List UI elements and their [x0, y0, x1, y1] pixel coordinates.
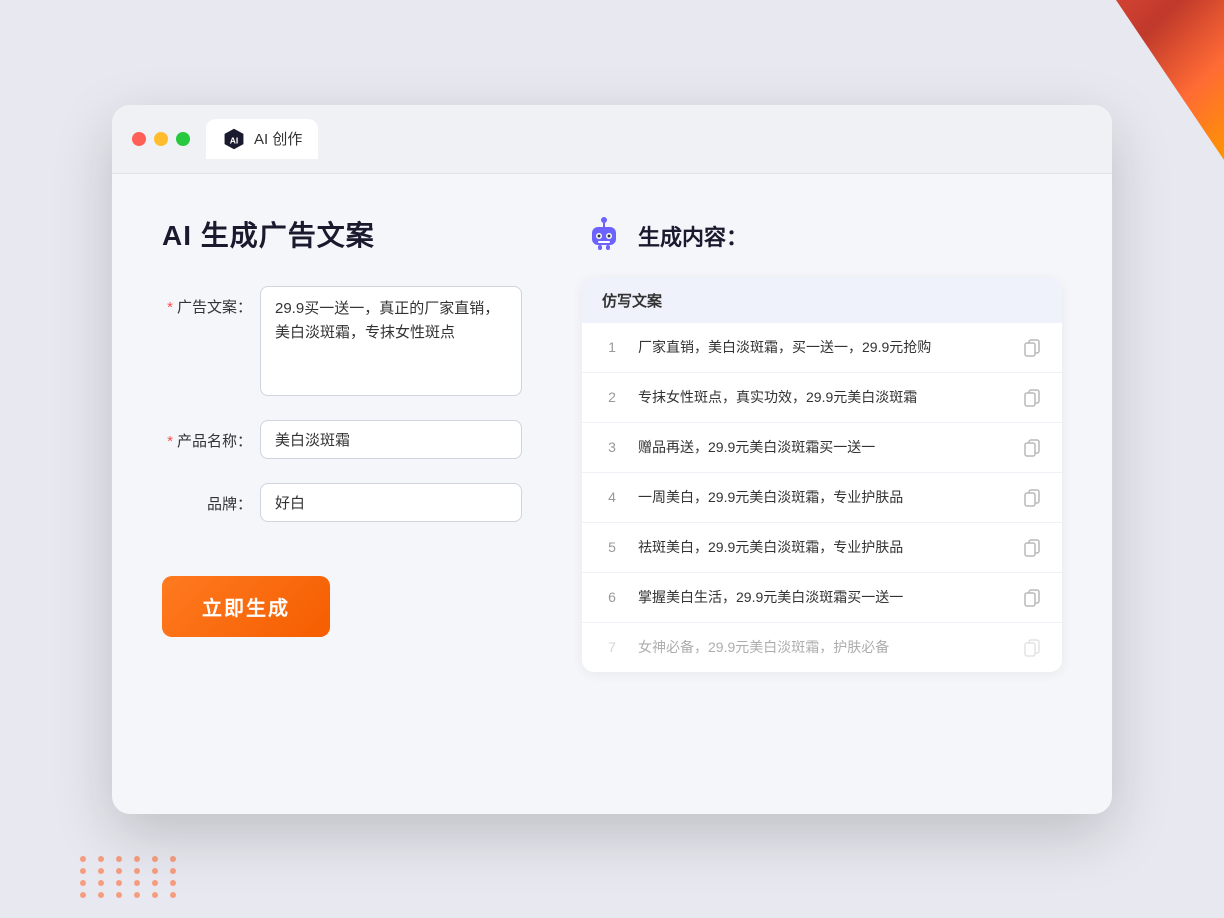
ad-copy-label: *广告文案：	[162, 286, 252, 317]
row-text: 掌握美白生活，29.9元美白淡斑霜买一送一	[638, 587, 1006, 608]
ad-copy-input[interactable]	[260, 286, 522, 396]
ad-copy-required: *	[167, 299, 173, 316]
row-number: 1	[602, 339, 622, 355]
table-row: 1 厂家直销，美白淡斑霜，买一送一，29.9元抢购	[582, 323, 1062, 373]
close-button[interactable]	[132, 132, 146, 146]
submit-button[interactable]: 立即生成	[162, 576, 330, 637]
row-number: 6	[602, 589, 622, 605]
row-number: 3	[602, 439, 622, 455]
ad-copy-group: *广告文案：	[162, 286, 522, 396]
app-tab[interactable]: AI AI 创作	[206, 119, 318, 159]
copy-icon[interactable]	[1022, 587, 1042, 607]
table-row: 5 祛斑美白，29.9元美白淡斑霜，专业护肤品	[582, 523, 1062, 573]
copy-icon[interactable]	[1022, 637, 1042, 657]
ai-tab-icon: AI	[222, 127, 246, 151]
row-text: 祛斑美白，29.9元美白淡斑霜，专业护肤品	[638, 537, 1006, 558]
brand-group: 品牌：	[162, 483, 522, 522]
left-panel: AI 生成广告文案 *广告文案： *产品名称： 品牌： 立即生成	[162, 214, 522, 774]
product-name-required: *	[167, 433, 173, 450]
product-name-label: *产品名称：	[162, 420, 252, 451]
row-text: 赠品再送，29.9元美白淡斑霜买一送一	[638, 437, 1006, 458]
app-window: AI AI 创作 AI 生成广告文案 *广告文案： *产品名称：	[112, 105, 1112, 814]
table-row: 7 女神必备，29.9元美白淡斑霜，护肤必备	[582, 623, 1062, 672]
table-row: 2 专抹女性斑点，真实功效，29.9元美白淡斑霜	[582, 373, 1062, 423]
svg-text:AI: AI	[230, 135, 239, 145]
copy-icon[interactable]	[1022, 437, 1042, 457]
table-row: 3 赠品再送，29.9元美白淡斑霜买一送一	[582, 423, 1062, 473]
copy-icon[interactable]	[1022, 487, 1042, 507]
brand-label: 品牌：	[162, 483, 252, 514]
maximize-button[interactable]	[176, 132, 190, 146]
bot-icon	[582, 214, 626, 258]
row-number: 2	[602, 389, 622, 405]
table-row: 6 掌握美白生活，29.9元美白淡斑霜买一送一	[582, 573, 1062, 623]
copy-icon[interactable]	[1022, 337, 1042, 357]
product-name-group: *产品名称：	[162, 420, 522, 459]
page-title: AI 生成广告文案	[162, 214, 522, 254]
row-text: 一周美白，29.9元美白淡斑霜，专业护肤品	[638, 487, 1006, 508]
row-number: 5	[602, 539, 622, 555]
right-panel: 生成内容： 仿写文案 1 厂家直销，美白淡斑霜，买一送一，29.9元抢购 2 专抹女…	[582, 214, 1062, 774]
row-text: 女神必备，29.9元美白淡斑霜，护肤必备	[638, 637, 1006, 658]
product-name-input[interactable]	[260, 420, 522, 459]
row-text: 专抹女性斑点，真实功效，29.9元美白淡斑霜	[638, 387, 1006, 408]
traffic-lights	[132, 132, 190, 146]
table-row: 4 一周美白，29.9元美白淡斑霜，专业护肤品	[582, 473, 1062, 523]
bg-decoration-bottom-left	[80, 856, 182, 898]
row-number: 4	[602, 489, 622, 505]
minimize-button[interactable]	[154, 132, 168, 146]
copy-icon[interactable]	[1022, 537, 1042, 557]
brand-input[interactable]	[260, 483, 522, 522]
row-text: 厂家直销，美白淡斑霜，买一送一，29.9元抢购	[638, 337, 1006, 358]
result-title: 生成内容：	[638, 220, 748, 252]
result-header: 生成内容：	[582, 214, 1062, 258]
copy-icon[interactable]	[1022, 387, 1042, 407]
row-number: 7	[602, 639, 622, 655]
table-header: 仿写文案	[582, 278, 1062, 323]
title-bar: AI AI 创作	[112, 105, 1112, 174]
main-content: AI 生成广告文案 *广告文案： *产品名称： 品牌： 立即生成	[112, 174, 1112, 814]
tab-title: AI 创作	[254, 128, 302, 149]
result-table: 仿写文案 1 厂家直销，美白淡斑霜，买一送一，29.9元抢购 2 专抹女性斑点，真实…	[582, 278, 1062, 672]
